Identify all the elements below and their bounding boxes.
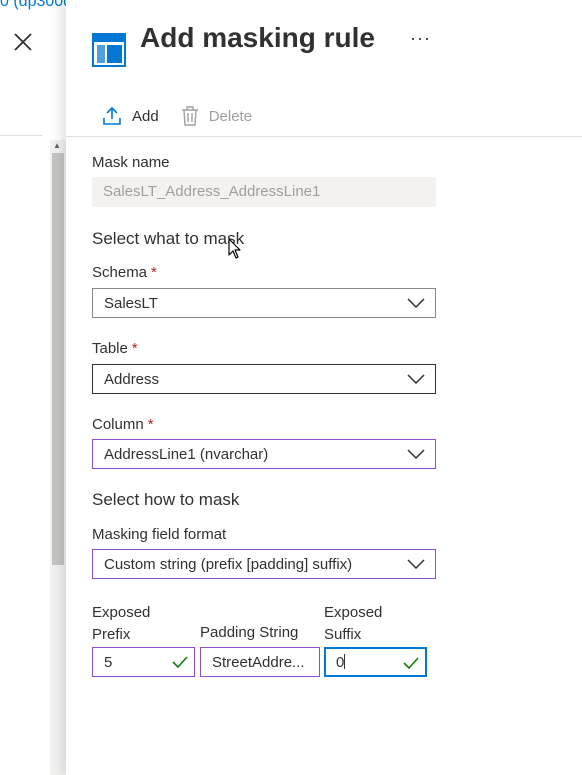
exposed-prefix-label-line2: Prefix — [92, 626, 131, 643]
add-masking-rule-panel: Add masking rule ··· Add Delete Mask nam… — [66, 0, 582, 775]
chevron-down-icon — [407, 298, 425, 308]
required-marker: * — [147, 416, 154, 433]
exposed-prefix-label: Exposed Prefix — [92, 602, 150, 646]
scroll-up-arrow-icon[interactable]: ▲ — [53, 141, 61, 150]
exposed-suffix-value: 0 — [336, 654, 345, 671]
exposed-suffix-label-line2: Suffix — [324, 626, 362, 643]
chevron-down-icon — [407, 559, 425, 569]
masking-format-dropdown[interactable]: Custom string (prefix [padding] suffix) — [92, 549, 436, 579]
section-select-how: Select how to mask — [92, 490, 240, 509]
delete-button[interactable]: Delete — [181, 106, 252, 126]
required-marker: * — [131, 340, 138, 357]
delete-label: Delete — [208, 107, 253, 125]
more-options-button[interactable]: ··· — [410, 28, 431, 49]
table-dropdown[interactable]: Address — [92, 364, 436, 394]
column-dropdown[interactable]: AddressLine1 (nvarchar) — [92, 439, 436, 469]
schema-label: Schema * — [92, 264, 157, 281]
schema-label-text: Schema — [92, 264, 148, 281]
exposed-prefix-input[interactable]: 5 — [92, 647, 195, 677]
required-marker: * — [151, 264, 157, 281]
exposed-prefix-value: 5 — [104, 654, 113, 671]
toolbar-divider — [66, 136, 582, 137]
table-value: Address — [104, 371, 160, 388]
exposed-prefix-label-line1: Exposed — [92, 604, 151, 621]
column-label: Column * — [92, 416, 154, 433]
padding-string-label: Padding String — [200, 624, 299, 641]
page-title: Add masking rule — [140, 22, 375, 53]
check-icon — [403, 657, 419, 669]
masking-format-label: Masking field format — [92, 526, 227, 543]
masking-format-value: Custom string (prefix [padding] suffix) — [104, 556, 353, 573]
padding-string-input[interactable]: StreetAddre... — [200, 647, 320, 677]
schema-value: SalesLT — [104, 295, 158, 312]
table-label: Table * — [92, 340, 138, 357]
check-icon — [172, 656, 188, 668]
section-select-what: Select what to mask — [92, 229, 245, 248]
scrollbar-thumb[interactable] — [52, 153, 64, 565]
column-value: AddressLine1 (nvarchar) — [104, 446, 269, 463]
upload-icon — [103, 106, 121, 125]
table-label-text: Table — [92, 340, 128, 357]
trash-icon — [181, 106, 198, 126]
chevron-down-icon — [407, 449, 425, 459]
column-label-text: Column — [92, 416, 144, 433]
close-icon[interactable] — [12, 31, 34, 53]
toolbar: Add Delete — [102, 103, 274, 129]
table-icon — [92, 33, 126, 67]
mouse-cursor-icon — [228, 238, 242, 265]
add-label: Add — [132, 107, 159, 125]
text-caret — [344, 654, 346, 669]
divider — [0, 135, 42, 136]
background-blade: 0 (dp300database/DP300) > ▲ — [0, 0, 201, 775]
mask-name-field: SalesLT_Address_AddressLine1 — [92, 177, 436, 207]
add-button[interactable]: Add — [102, 106, 159, 126]
mask-name-label: Mask name — [92, 154, 170, 171]
exposed-suffix-label-line1: Exposed — [324, 604, 383, 621]
exposed-suffix-label: Exposed Suffix — [324, 602, 382, 646]
exposed-suffix-input[interactable]: 0 — [324, 647, 427, 677]
chevron-down-icon — [407, 374, 425, 384]
padding-string-value: StreetAddre... — [212, 654, 305, 671]
schema-dropdown[interactable]: SalesLT — [92, 288, 436, 318]
